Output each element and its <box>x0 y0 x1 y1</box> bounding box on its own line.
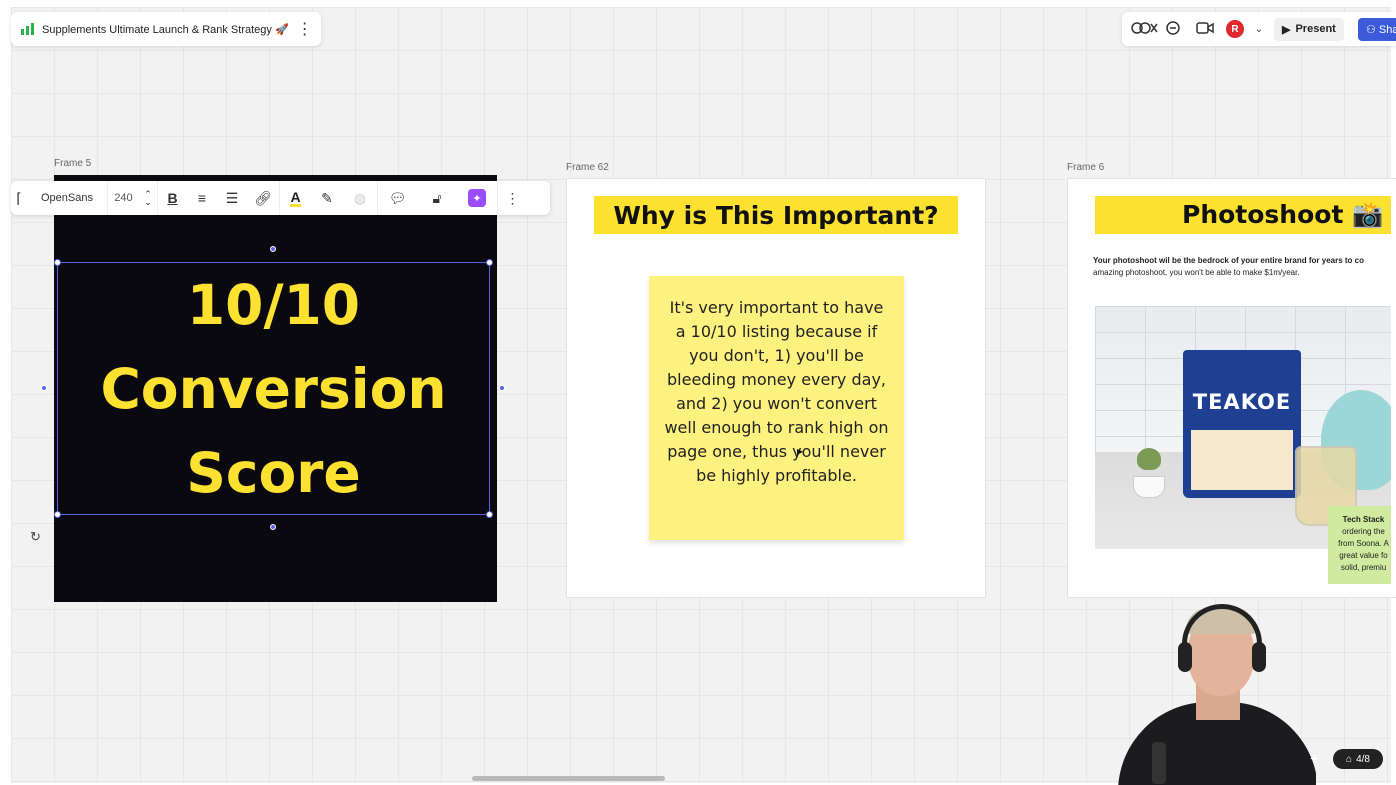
fill-color-icon[interactable]: ◍ <box>343 181 377 215</box>
board-menu-icon[interactable]: ⋮ <box>297 19 313 39</box>
comment-icon[interactable]: 💬︎ <box>377 181 417 215</box>
align-center-icon[interactable]: ≡ <box>187 181 217 215</box>
board-logo-icon <box>21 23 34 35</box>
present-button[interactable]: ▶ Present <box>1274 17 1344 41</box>
frame-label[interactable]: Frame 5 <box>54 158 91 169</box>
share-icon: ⚇ <box>1366 23 1379 36</box>
connector-handle[interactable] <box>41 385 47 391</box>
text-color-icon[interactable]: A <box>279 181 311 215</box>
sticky-line: great value fo <box>1339 551 1388 560</box>
selected-text-box[interactable]: 10/10 Conversion Score <box>57 262 490 515</box>
resize-handle[interactable] <box>54 511 61 518</box>
text-format-toolbar: ⌈ OpenSans 240 ⌃ ⌄ B ≡ ☰ 🔗︎ A ✎ ◍ 💬︎ 🔓︎ ✦… <box>11 181 550 215</box>
font-family-select[interactable]: OpenSans <box>27 181 107 215</box>
collaboration-bar: R ⌄ ▶ Present ⚇ Sha <box>1122 12 1396 46</box>
mouse-cursor-icon: ▸ <box>797 444 804 458</box>
sticky-line: Tech Stack <box>1342 515 1385 524</box>
plus-icon[interactable]: + <box>1310 751 1319 769</box>
page-counter-text: 4/8 <box>1356 753 1370 765</box>
frame-heading[interactable]: Photoshoot 📸 <box>1095 196 1391 234</box>
sticky-line: from Soona. A <box>1338 539 1389 548</box>
font-size-input[interactable]: 240 <box>107 181 139 215</box>
connector-handle[interactable] <box>499 385 505 391</box>
user-avatar[interactable]: R <box>1226 20 1244 38</box>
video-icon[interactable] <box>1194 21 1216 38</box>
reactions-icon[interactable] <box>1130 20 1158 39</box>
play-icon: ▶ <box>1282 23 1291 36</box>
product-brand: TEAKOE <box>1192 390 1292 414</box>
resize-handle[interactable] <box>270 524 276 530</box>
sticky-line: ordering the <box>1342 527 1385 536</box>
page-counter[interactable]: ⌂ 4/8 <box>1333 749 1383 769</box>
comments-icon[interactable] <box>1162 20 1184 39</box>
more-options-icon[interactable]: ⋮ <box>497 181 527 215</box>
board-title[interactable]: Supplements Ultimate Launch & Rank Strat… <box>42 23 289 36</box>
resize-handle[interactable] <box>54 259 61 266</box>
subtitle-line: Your photoshoot wil be the bedrock of yo… <box>1093 256 1364 265</box>
sticky-note[interactable]: It's very important to have a 10/10 list… <box>649 276 904 540</box>
share-label: Sha <box>1378 23 1396 36</box>
product-bag: TEAKOE <box>1183 350 1301 498</box>
plant <box>1127 446 1171 498</box>
link-icon[interactable]: 🔗︎ <box>247 181 279 215</box>
ai-assist-icon[interactable]: ✦ <box>457 181 497 215</box>
product-label <box>1191 430 1293 490</box>
green-sticky-note[interactable]: Tech Stack ordering the from Soona. A gr… <box>1328 506 1391 584</box>
present-label: Present <box>1295 23 1336 35</box>
horizontal-scrollbar[interactable] <box>472 776 665 781</box>
resize-handle[interactable] <box>486 511 493 518</box>
sticky-line: solid, premiu <box>1340 563 1387 572</box>
webcam-overlay <box>1108 592 1316 785</box>
lock-icon[interactable]: 🔓︎ <box>417 181 457 215</box>
subtitle-line: amazing photoshoot, you won't be able to… <box>1093 268 1300 277</box>
share-button[interactable]: ⚇ Sha <box>1358 17 1396 41</box>
highlighter-icon[interactable]: ✎ <box>311 181 343 215</box>
frame-label[interactable]: Frame 62 <box>566 162 609 173</box>
board-title-bar: Supplements Ultimate Launch & Rank Strat… <box>11 12 321 46</box>
resize-handle[interactable] <box>270 246 276 252</box>
frame-label[interactable]: Frame 6 <box>1067 162 1104 173</box>
frame-subtitle[interactable]: Your photoshoot wil be the bedrock of yo… <box>1093 255 1393 279</box>
frame-heading[interactable]: Why is This Important? <box>594 196 958 234</box>
chevron-down-icon[interactable]: ⌄ <box>1254 24 1264 35</box>
bold-icon[interactable]: B <box>157 181 187 215</box>
bracket-icon[interactable]: ⌈ <box>11 181 27 215</box>
list-icon[interactable]: ☰ <box>217 181 247 215</box>
font-size-stepper-icon[interactable]: ⌃ ⌄ <box>139 181 157 215</box>
resize-handle[interactable] <box>486 259 493 266</box>
rotate-icon[interactable]: ↻ <box>30 529 41 545</box>
gift-icon: ⌂ <box>1346 753 1353 765</box>
